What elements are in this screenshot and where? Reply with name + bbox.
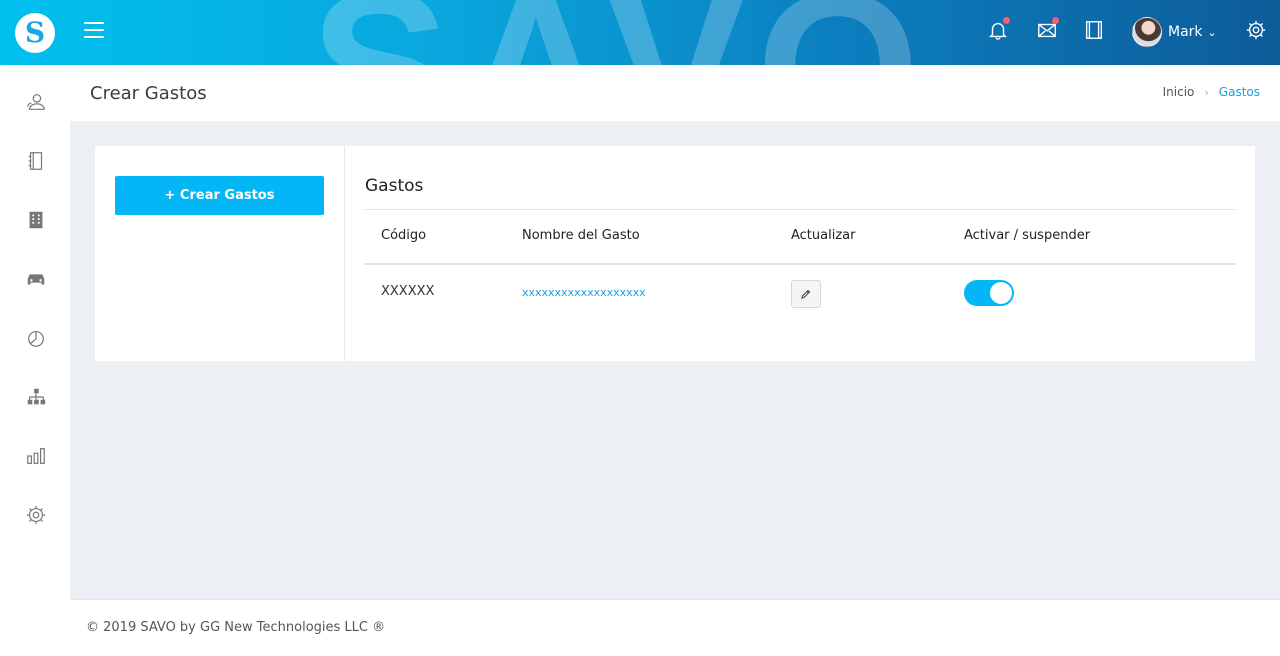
breadcrumb-current: Gastos	[1218, 85, 1260, 99]
edit-button[interactable]	[791, 280, 821, 308]
column-header-actualizar: Actualizar	[791, 228, 856, 243]
cell-nombre-link[interactable]: xxxxxxxxxxxxxxxxxxx	[522, 286, 646, 299]
bell-icon[interactable]	[987, 17, 1010, 41]
avatar	[1132, 17, 1162, 47]
film-icon[interactable]	[1083, 19, 1105, 41]
breadcrumb-home[interactable]: Inicio	[1163, 85, 1195, 99]
create-gastos-button[interactable]: + Crear Gastos	[115, 176, 324, 215]
bar-chart-icon[interactable]	[25, 445, 47, 467]
users-icon[interactable]	[25, 91, 47, 113]
user-name: Mark	[1168, 24, 1203, 40]
top-bar: SAVO S Mark ⌄	[0, 0, 1280, 65]
active-toggle[interactable]	[964, 280, 1014, 306]
logo-letter: S	[24, 15, 46, 49]
page-header: Crear Gastos Inicio › Gastos	[70, 65, 1280, 121]
breadcrumb: Inicio › Gastos	[1163, 85, 1260, 99]
toggle-knob	[990, 282, 1012, 304]
pie-chart-icon[interactable]	[25, 327, 47, 349]
copyright-text: © 2019 SAVO by GG New Technologies LLC ®	[86, 620, 386, 635]
card-actions-panel: + Crear Gastos	[95, 146, 345, 361]
brand-watermark: SAVO	[310, 0, 930, 65]
column-header-activar: Activar / suspender	[964, 228, 1091, 243]
cell-codigo: XXXXXX	[381, 284, 435, 299]
car-icon[interactable]	[25, 268, 47, 290]
column-header-nombre: Nombre del Gasto	[522, 228, 640, 243]
building-icon[interactable]	[25, 209, 47, 231]
chevron-down-icon: ⌄	[1207, 25, 1217, 39]
footer: © 2019 SAVO by GG New Technologies LLC ®	[70, 599, 1280, 656]
settings-icon[interactable]	[25, 504, 47, 526]
gastos-card: + Crear Gastos Gastos Código Nombre del …	[95, 146, 1255, 361]
gear-icon[interactable]	[1245, 19, 1267, 41]
chevron-right-icon: ›	[1204, 85, 1209, 99]
logo-badge: S	[15, 12, 55, 53]
org-chart-icon[interactable]	[25, 386, 47, 408]
menu-icon[interactable]	[84, 22, 104, 38]
logo[interactable]: S	[0, 0, 70, 65]
mail-icon[interactable]	[1036, 17, 1059, 41]
divider	[365, 209, 1235, 210]
notification-dot	[1003, 17, 1010, 24]
page-title: Crear Gastos	[90, 83, 207, 104]
notification-dot	[1052, 17, 1059, 24]
notebook-icon[interactable]	[25, 150, 47, 172]
section-title: Gastos	[365, 176, 424, 196]
table-header-divider	[365, 263, 1235, 265]
user-menu[interactable]: Mark ⌄	[1132, 17, 1217, 47]
column-header-codigo: Código	[381, 228, 427, 243]
sidebar	[0, 65, 70, 656]
pencil-icon	[801, 289, 811, 299]
